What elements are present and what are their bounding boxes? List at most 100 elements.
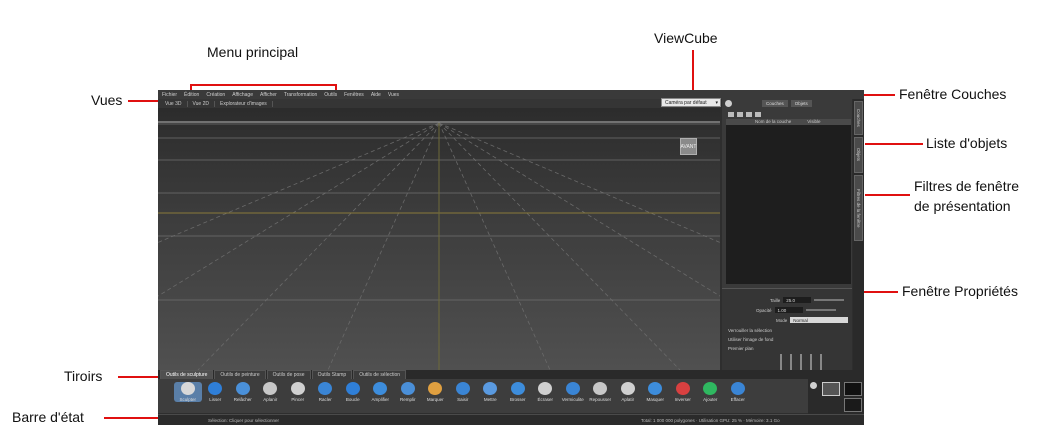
tool-button[interactable]: Remplir <box>394 382 422 402</box>
tool-button[interactable]: Pincer <box>284 382 312 402</box>
repeat-icon <box>593 382 608 395</box>
tool-label: Amplifier <box>371 397 389 402</box>
callout-filtres-line2: de présentation <box>914 198 1011 214</box>
tool-button[interactable]: Lisser <box>202 382 230 402</box>
tool-button[interactable]: Amplifier <box>367 382 395 402</box>
tool-button[interactable]: Saisir <box>449 382 477 402</box>
callout-filtres-line1: Filtres de fenêtre <box>914 178 1020 194</box>
tool-label: Sculpter <box>179 397 196 402</box>
drawer-tab-paint[interactable]: Outils de peinture <box>214 370 266 379</box>
tool-button[interactable]: Effacer <box>724 382 752 402</box>
menu-item[interactable]: Affichage <box>232 92 253 98</box>
spray-icon <box>510 382 525 395</box>
tool-button[interactable]: Brosser <box>504 382 532 402</box>
tool-button[interactable]: Aplanir <box>257 382 285 402</box>
mini-panel <box>808 370 864 414</box>
folder-icon[interactable] <box>737 112 743 117</box>
drawer-tab-select[interactable]: Outils de sélection <box>353 370 407 379</box>
menu-item[interactable]: Édition <box>184 92 199 98</box>
slider[interactable] <box>805 309 836 311</box>
tool-button[interactable]: Ajouter <box>697 382 725 402</box>
tool-button[interactable]: Relâcher <box>229 382 257 402</box>
camera-select[interactable]: Caméra par défaut ▾ <box>661 98 721 107</box>
tab-3d-view[interactable]: Vue 3D <box>160 100 188 107</box>
menu-item[interactable]: Création <box>206 92 225 98</box>
tool-label: Ajouter <box>703 397 718 402</box>
side-tab-label: Filtres de la fenêtre <box>856 188 861 228</box>
stamp-preview[interactable] <box>822 382 840 396</box>
wax-icon <box>565 382 580 395</box>
tool-tray: Sculpter Lisser Relâcher Aplanir Pincer Racle… <box>158 379 808 413</box>
delete-icon[interactable] <box>746 112 752 117</box>
property-value[interactable]: 25.0 <box>783 297 812 303</box>
side-tab-view-filters[interactable]: Filtres de la fenêtre <box>854 175 863 241</box>
stamp-preview[interactable] <box>844 382 862 396</box>
camera-select-value: Caméra par défaut <box>665 99 707 106</box>
tab-layers[interactable]: Couches <box>762 100 788 107</box>
object-list[interactable]: Nom de la couche Visible <box>726 119 851 284</box>
tool-button[interactable]: Marquer <box>422 382 450 402</box>
drawer-tab-stamp[interactable]: Outils Stamp <box>311 370 353 379</box>
option-row[interactable]: Utiliser l'image de fond <box>728 337 773 342</box>
duplicate-icon[interactable] <box>755 112 761 117</box>
close-icon[interactable] <box>725 100 732 107</box>
relax-icon <box>235 382 250 395</box>
tool-label: Vermiculite <box>561 397 584 402</box>
leader-barre <box>104 417 162 419</box>
tool-label: Boucle <box>345 397 360 402</box>
menu-item[interactable]: Outils <box>324 92 337 98</box>
tab-2d-view[interactable]: Vue 2D <box>188 100 215 107</box>
menu-item[interactable]: Aide <box>371 92 381 98</box>
side-tab-layers[interactable]: Couches <box>854 101 863 135</box>
tool-button[interactable]: Écraser <box>532 382 560 402</box>
mixer-sliders[interactable] <box>780 352 846 370</box>
tool-label: Brosser <box>509 397 526 402</box>
tool-button[interactable]: Racler <box>312 382 340 402</box>
tool-button[interactable]: Vermiculite <box>559 382 587 402</box>
callout-viewcube: ViewCube <box>654 30 718 46</box>
imprint-icon <box>428 382 443 395</box>
property-label: Opacité <box>756 307 772 313</box>
tool-label: Écraser <box>537 397 553 402</box>
callout-vues: Vues <box>91 92 123 108</box>
tab-image-browser[interactable]: Explorateur d'images <box>215 100 273 107</box>
tool-label: Masquer <box>646 397 664 402</box>
menu-item[interactable]: Fenêtres <box>344 92 364 98</box>
drawer-tab-pose[interactable]: Outils de pose <box>266 370 311 379</box>
tool-button[interactable]: Aplatir <box>614 382 642 402</box>
viewcube-face-label: AVANT <box>680 143 697 150</box>
tool-button[interactable]: Boucle <box>339 382 367 402</box>
side-tab-objects[interactable]: Objets <box>854 137 863 173</box>
amplify-icon <box>373 382 388 395</box>
property-value[interactable]: 1.00 <box>774 307 803 313</box>
tool-button[interactable]: Sculpter <box>174 382 202 402</box>
close-icon[interactable] <box>810 382 817 389</box>
property-dropdown[interactable]: Normal <box>790 317 849 323</box>
new-layer-icon[interactable] <box>728 112 734 117</box>
menu-item[interactable]: Vues <box>388 92 399 98</box>
3d-viewport[interactable]: AVANT <box>158 108 720 370</box>
leader-menu-h <box>190 84 337 86</box>
tool-label: Repousser <box>589 397 612 402</box>
menu-item[interactable]: Transformation <box>284 92 317 98</box>
option-row[interactable]: Premier plan <box>728 346 754 351</box>
stamp-preview[interactable] <box>844 398 862 412</box>
tool-label: Inverser <box>674 397 691 402</box>
column-header: Visible <box>807 119 821 124</box>
slider[interactable] <box>814 299 845 301</box>
property-row: Mode Normal <box>776 317 849 323</box>
side-tab-label: Couches <box>856 109 861 127</box>
option-row[interactable]: Verrouiller la sélection <box>728 328 772 333</box>
menu-item[interactable]: Fichier <box>162 92 177 98</box>
tab-objects[interactable]: Objets <box>790 100 812 107</box>
tool-button[interactable]: Inverser <box>669 382 697 402</box>
drawer-tab-sculpt[interactable]: Outils de sculpture <box>160 370 214 379</box>
fill-icon <box>400 382 415 395</box>
tool-button[interactable]: Repousser <box>587 382 615 402</box>
menu-item[interactable]: Afficher <box>260 92 277 98</box>
tool-button[interactable]: Masquer <box>642 382 670 402</box>
tool-button[interactable]: Mettre <box>477 382 505 402</box>
tool-label: Aplatir <box>621 397 635 402</box>
viewcube[interactable]: AVANT <box>680 138 697 155</box>
tool-label: Mettre <box>483 397 497 402</box>
